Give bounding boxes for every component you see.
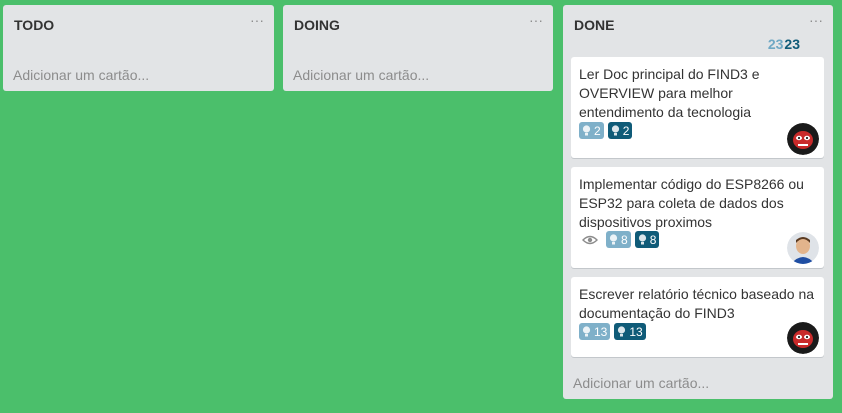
card-badges: 13 13	[579, 323, 650, 340]
card[interactable]: Ler Doc principal do FIND3 e OVERVIEW pa…	[571, 57, 824, 158]
badge-count: 13	[594, 324, 608, 339]
lightbulb-icon	[611, 124, 619, 135]
count-a: 23	[767, 36, 784, 52]
add-card-button-done[interactable]: Adicionar um cartão...	[573, 375, 709, 391]
badge-dark: 13	[614, 323, 646, 340]
badge-count: 13	[629, 324, 643, 339]
badge-light: 13	[579, 323, 611, 340]
card[interactable]: Escrever relatório técnico baseado na do…	[571, 277, 824, 357]
card-title: Escrever relatório técnico baseado na do…	[579, 286, 815, 321]
lightbulb-icon	[582, 325, 591, 336]
lightbulb-icon	[582, 124, 591, 135]
list-menu-icon[interactable]: ···	[250, 13, 264, 27]
avatar[interactable]	[787, 322, 819, 354]
lightbulb-icon	[618, 325, 626, 336]
eye-icon	[582, 235, 598, 244]
card-title: Implementar código do ESP8266 ou ESP32 p…	[579, 176, 804, 230]
badge-light: 2	[579, 122, 604, 139]
lightbulb-icon	[609, 233, 618, 244]
list-title-doing[interactable]: DOING	[294, 17, 340, 33]
add-card-button-todo[interactable]: Adicionar um cartão...	[13, 67, 149, 83]
badge-count: 8	[649, 232, 657, 247]
badge-count: 2	[622, 123, 630, 138]
list-title-done[interactable]: DONE	[574, 17, 614, 33]
avatar[interactable]	[787, 232, 819, 264]
badge-light: 8	[606, 231, 631, 248]
list-done: DONE ··· 2323 Ler Doc principal do FIND3…	[563, 5, 833, 399]
count-b: 23	[784, 36, 800, 52]
avatar[interactable]	[787, 123, 819, 155]
badge-dark: 8	[634, 231, 660, 248]
list-menu-icon[interactable]: ···	[529, 13, 543, 27]
lightbulb-icon	[638, 233, 646, 244]
badge-dark: 2	[607, 122, 633, 139]
badge-count: 8	[621, 232, 628, 247]
add-card-button-doing[interactable]: Adicionar um cartão...	[293, 67, 429, 83]
list-todo: TODO ··· Adicionar um cartão...	[3, 5, 274, 91]
list-menu-icon[interactable]: ···	[809, 13, 823, 27]
badge-count: 2	[594, 123, 601, 138]
list-title-todo[interactable]: TODO	[14, 17, 54, 33]
list-counts: 2323	[768, 36, 800, 52]
card-badges: 8 8	[579, 231, 663, 248]
list-doing: DOING ··· Adicionar um cartão...	[283, 5, 553, 91]
card-badges: 2 2	[579, 122, 636, 139]
card[interactable]: Implementar código do ESP8266 ou ESP32 p…	[571, 167, 824, 268]
card-title: Ler Doc principal do FIND3 e OVERVIEW pa…	[579, 66, 760, 120]
